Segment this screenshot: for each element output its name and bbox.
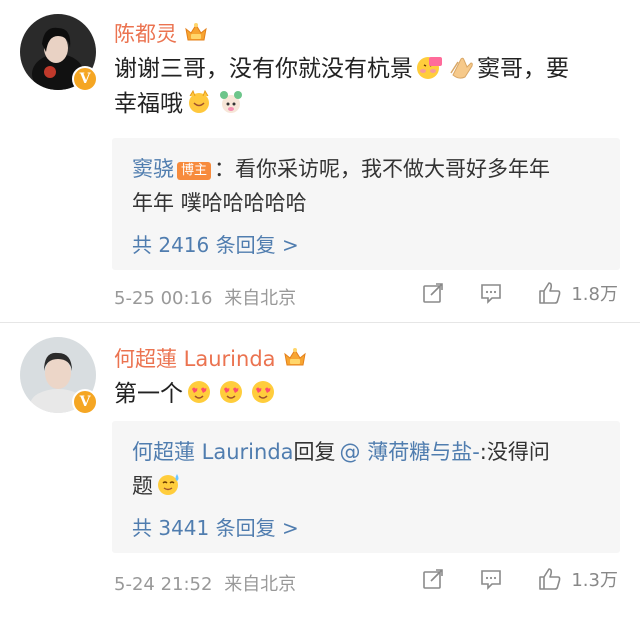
reply-text-line2: 题 bbox=[132, 474, 153, 498]
username-text[interactable]: 何超蓮 Laurinda bbox=[114, 343, 276, 373]
reply-box[interactable]: 何超蓮 Laurinda回复 @ 薄荷糖与盐-:没得问 题 共 3441 条回复 … bbox=[112, 421, 620, 553]
heart-face-emoji-icon bbox=[220, 381, 242, 403]
reply-box[interactable]: 窦骁 博主 ：看你采访呢，我不做大哥好多年年 年年 噗哈哈哈哈哈 共 2416 条回… bbox=[112, 138, 620, 270]
action-bar: 1.3万 bbox=[387, 566, 618, 592]
like-button[interactable]: 1.3万 bbox=[537, 566, 618, 592]
repost-button[interactable] bbox=[421, 567, 445, 591]
reply-text-line1: ：看你采访呢，我不做大哥好多年年 bbox=[214, 157, 551, 181]
comment-button[interactable] bbox=[479, 567, 503, 591]
heart-face-emoji-icon bbox=[252, 381, 274, 403]
repost-button[interactable] bbox=[421, 281, 445, 305]
source: 来自北京 bbox=[224, 574, 297, 595]
comment-item: V 何超蓮 Laurinda 第一个 何超蓮 Laurinda回复 @ 薄荷糖与盐… bbox=[0, 323, 640, 622]
source: 来自北京 bbox=[224, 288, 297, 309]
reply-text-line1: :没得问 bbox=[479, 440, 550, 464]
like-count: 1.8万 bbox=[571, 284, 618, 305]
reply-word: 回复 bbox=[293, 440, 336, 464]
reply-line: 题 bbox=[132, 469, 602, 503]
vip-crown-icon bbox=[185, 23, 207, 41]
timestamp: 5-25 00:16 bbox=[114, 288, 213, 309]
reply-author[interactable]: 窦骁 bbox=[132, 157, 174, 181]
comment-button[interactable] bbox=[479, 281, 503, 305]
hug-emoji-icon bbox=[417, 57, 442, 79]
reply-text-line2: 年年 噗哈哈哈哈哈 bbox=[132, 191, 307, 215]
comment-text: 谢谢三哥，没有你就没有杭景 窦哥，要 幸福哦 bbox=[114, 52, 614, 122]
like-count: 1.3万 bbox=[571, 570, 618, 591]
bear-sticker-icon bbox=[220, 91, 242, 113]
action-bar: 1.8万 bbox=[387, 280, 618, 306]
vip-crown-icon bbox=[283, 348, 306, 366]
more-replies-link[interactable]: 共 3441 条回复 > bbox=[132, 513, 602, 543]
verified-v-icon: V bbox=[72, 389, 98, 415]
comment-username[interactable]: 陈都灵 bbox=[114, 18, 209, 48]
username-text[interactable]: 陈都灵 bbox=[114, 18, 177, 48]
comment-icon bbox=[481, 570, 502, 590]
blogger-badge: 博主 bbox=[177, 162, 212, 180]
reply-line: 何超蓮 Laurinda回复 @ 薄荷糖与盐-:没得问 bbox=[132, 435, 602, 469]
avatar[interactable]: V bbox=[20, 14, 98, 92]
comment-item: V 陈都灵 谢谢三哥，没有你就没有杭景 窦哥，要 幸福哦 窦骁 博主 ：看你采访呢，我… bbox=[0, 0, 640, 322]
timestamp: 5-24 21:52 bbox=[114, 574, 213, 595]
more-replies-link[interactable]: 共 2416 条回复 > bbox=[132, 230, 602, 260]
reply-author[interactable]: 何超蓮 Laurinda bbox=[132, 440, 294, 464]
like-icon bbox=[539, 568, 561, 590]
sweat-smile-emoji-icon bbox=[158, 474, 179, 495]
like-icon bbox=[539, 282, 561, 304]
repost-icon bbox=[423, 569, 444, 589]
comment-username[interactable]: 何超蓮 Laurinda bbox=[114, 343, 308, 373]
clap-hands-icon bbox=[450, 57, 473, 79]
like-button[interactable]: 1.8万 bbox=[537, 280, 618, 306]
avatar[interactable]: V bbox=[20, 337, 98, 415]
reply-line: 窦骁 博主 ：看你采访呢，我不做大哥好多年年 bbox=[132, 152, 602, 186]
comment-text-part1: 谢谢三哥，没有你就没有杭景 bbox=[114, 56, 413, 82]
comment-icon bbox=[481, 284, 502, 304]
cat-sticker-icon bbox=[189, 89, 209, 113]
heart-face-emoji-icon bbox=[188, 381, 210, 403]
comment-text: 第一个 bbox=[114, 377, 614, 412]
comment-meta: 5-25 00:16 来自北京 bbox=[114, 284, 296, 310]
comment-meta: 5-24 21:52 来自北京 bbox=[114, 570, 296, 596]
comment-text-line2: 幸福哦 bbox=[114, 91, 183, 117]
comment-text-part1: 第一个 bbox=[114, 381, 183, 407]
reply-mention[interactable]: @ 薄荷糖与盐- bbox=[340, 440, 480, 464]
verified-v-icon: V bbox=[72, 66, 98, 92]
comment-text-part2: 窦哥，要 bbox=[477, 56, 569, 82]
repost-icon bbox=[423, 283, 444, 303]
